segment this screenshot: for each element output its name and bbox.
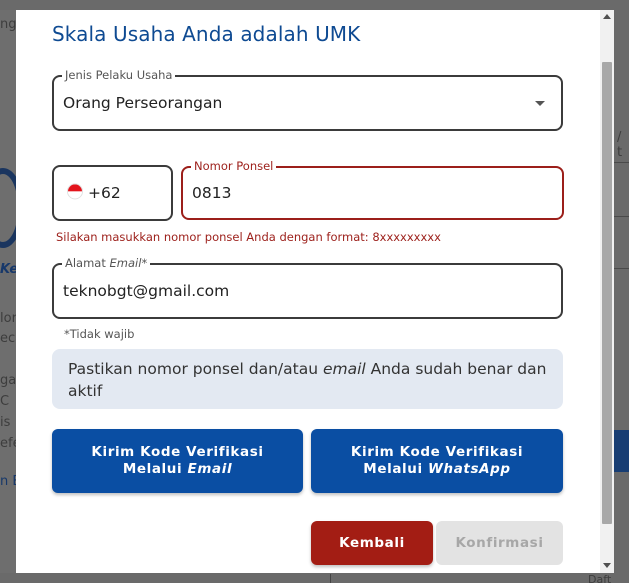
email-optional-hint: *Tidak wajib <box>64 327 135 341</box>
background-text: ga <box>0 373 17 388</box>
email-value: teknobgt@gmail.com <box>63 282 230 300</box>
country-code-value: +62 <box>88 184 121 202</box>
verification-modal: Skala Usaha Anda adalah UMK Jenis Pelaku… <box>16 10 614 573</box>
send-code-email-button[interactable]: Kirim Kode Verifikasi Melalui Email <box>52 429 303 493</box>
country-code-select[interactable]: +62 <box>52 165 173 221</box>
background-divider <box>330 574 331 583</box>
back-button[interactable]: Kembali <box>311 521 433 565</box>
background-text: / t <box>617 130 623 160</box>
background-text: C <box>0 394 10 409</box>
business-type-select[interactable]: Jenis Pelaku Usaha Orang Perseorangan <box>52 68 563 131</box>
background-divider <box>614 216 629 217</box>
info-notice: Pastikan nomor ponsel dan/atau email And… <box>52 349 563 409</box>
scrollbar[interactable] <box>600 10 614 573</box>
phone-label: Nomor Ponsel <box>191 159 277 173</box>
background-text: Daft <box>588 573 612 583</box>
phone-error-message: Silakan masukkan nomor ponsel Anda denga… <box>56 230 441 244</box>
chevron-down-icon <box>535 101 545 106</box>
phone-value: 0813 <box>192 184 232 202</box>
modal-title: Skala Usaha Anda adalah UMK <box>52 22 361 46</box>
email-label: Alamat Email* <box>62 256 151 270</box>
indonesia-flag-icon <box>67 183 83 200</box>
phone-field[interactable]: Nomor Ponsel 0813 <box>181 159 564 220</box>
business-type-label: Jenis Pelaku Usaha <box>62 68 176 82</box>
scrollbar-thumb[interactable] <box>602 62 612 524</box>
background-button <box>614 430 629 472</box>
scroll-up-arrow-icon[interactable] <box>603 14 611 19</box>
background-text: is <box>0 415 11 430</box>
background-divider <box>614 268 629 269</box>
send-code-whatsapp-button[interactable]: Kirim Kode Verifikasi Melalui WhatsApp <box>311 429 563 493</box>
confirm-button[interactable]: Konfirmasi <box>436 521 563 565</box>
email-field[interactable]: Alamat Email* teknobgt@gmail.com <box>52 256 563 319</box>
scroll-down-arrow-icon[interactable] <box>603 563 611 568</box>
background-text: lor <box>0 311 17 326</box>
background-text: ng <box>0 17 17 32</box>
business-type-value: Orang Perseorangan <box>63 94 223 112</box>
background-divider <box>614 162 629 163</box>
background-bottom <box>0 573 629 583</box>
